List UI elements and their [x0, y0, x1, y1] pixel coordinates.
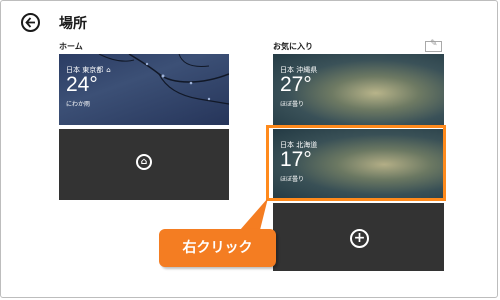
pencil-icon: ✎	[430, 39, 438, 49]
add-favorite-tile[interactable]: +	[273, 203, 444, 271]
tile-temperature: 27°	[280, 73, 312, 96]
right-click-callout: 右クリック	[159, 229, 276, 267]
tile-condition: にわか雨	[66, 101, 91, 108]
page-title: 場所	[59, 16, 87, 32]
back-button[interactable]	[21, 13, 40, 32]
tile-home-tokyo[interactable]: 日本 東京都 ⌂ 24° にわか雨	[59, 54, 229, 125]
set-home-icon: ⌂	[136, 154, 152, 170]
back-arrow-icon	[25, 17, 35, 28]
favorites-section-label: お気に入り	[273, 42, 313, 51]
tile-temperature: 24°	[66, 73, 98, 96]
plus-circle-icon: +	[350, 229, 369, 248]
tile-favorite-okinawa[interactable]: 日本 沖縄県 27° ほぼ曇り	[273, 54, 444, 125]
set-home-tile[interactable]: ⌂	[59, 129, 229, 200]
edit-button[interactable]: ✎	[425, 39, 442, 52]
home-icon: ⌂	[106, 66, 111, 74]
home-section-label: ホーム	[59, 42, 83, 51]
tile-condition: ほぼ曇り	[280, 101, 305, 108]
highlight-frame	[266, 125, 446, 201]
